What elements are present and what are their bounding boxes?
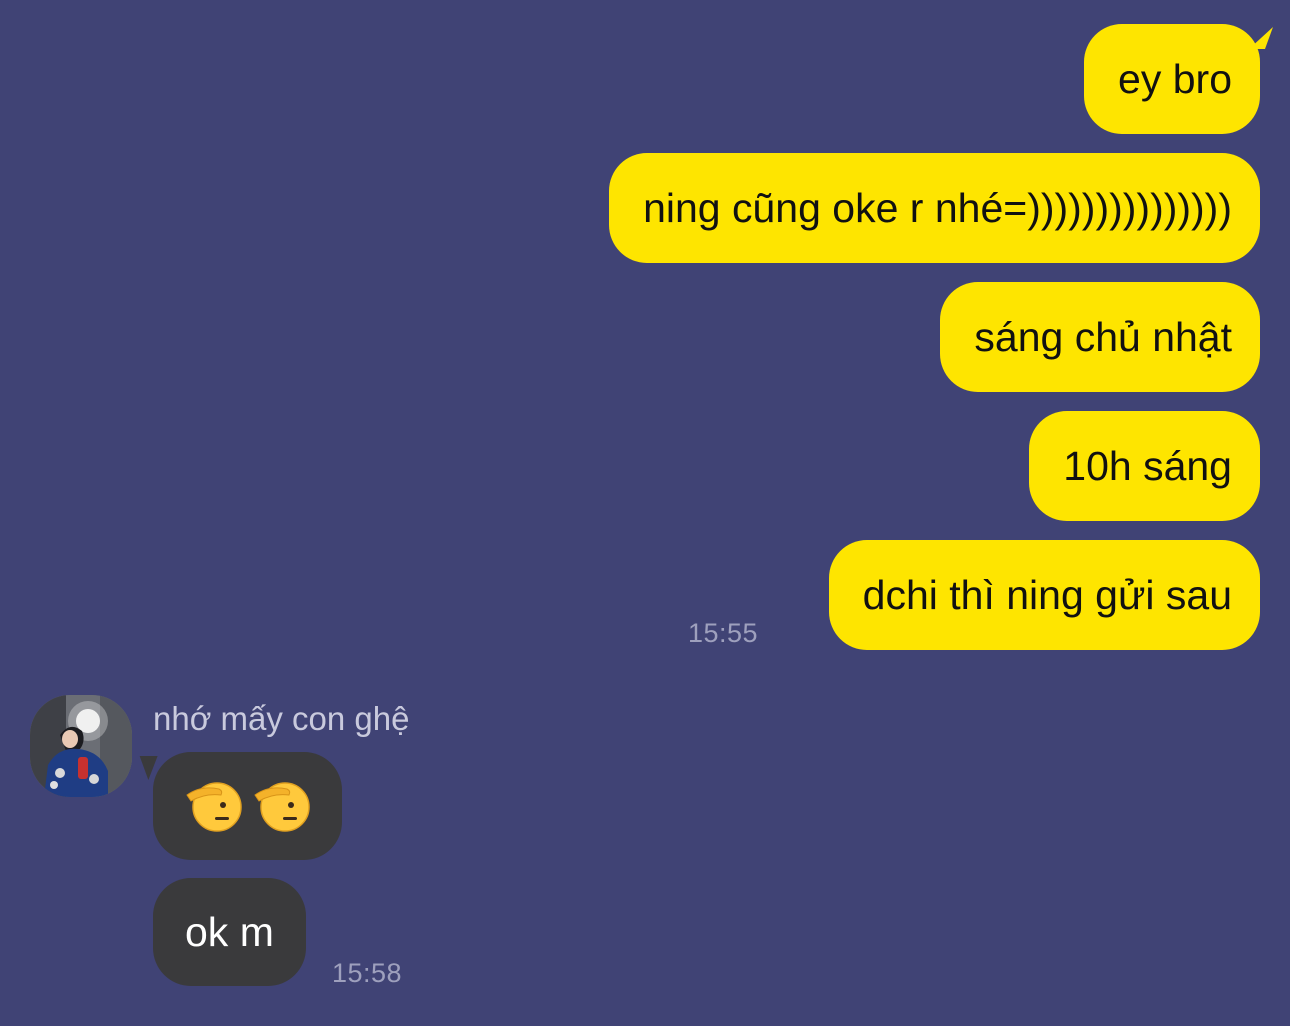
- outgoing-message[interactable]: 10h sáng: [1029, 411, 1260, 521]
- incoming-message[interactable]: [153, 752, 342, 860]
- outgoing-message[interactable]: sáng chủ nhật: [940, 282, 1260, 392]
- message-text: ok m: [185, 908, 274, 955]
- saluting-face-icon: [186, 782, 242, 832]
- message-text: ey bro: [1118, 55, 1232, 102]
- avatar[interactable]: [30, 695, 132, 797]
- profile-photo-icon: [30, 695, 132, 797]
- outgoing-message[interactable]: ning cũng oke r nhé=))))))))))))))): [609, 153, 1260, 263]
- message-text: 10h sáng: [1063, 442, 1232, 489]
- outgoing-message[interactable]: ey bro: [1084, 24, 1260, 134]
- outgoing-message[interactable]: dchi thì ning gửi sau: [828, 540, 1260, 650]
- incoming-message[interactable]: ok m: [153, 878, 306, 986]
- sender-name: nhớ mấy con ghệ: [153, 700, 410, 737]
- message-text: sáng chủ nhật: [974, 313, 1232, 360]
- emoji-row: [185, 779, 311, 833]
- message-text: dchi thì ning gửi sau: [862, 571, 1232, 618]
- message-timestamp: 15:55: [688, 618, 759, 648]
- message-text: ning cũng oke r nhé=))))))))))))))): [643, 184, 1232, 231]
- message-timestamp: 15:58: [332, 958, 403, 988]
- saluting-face-icon: [254, 782, 310, 832]
